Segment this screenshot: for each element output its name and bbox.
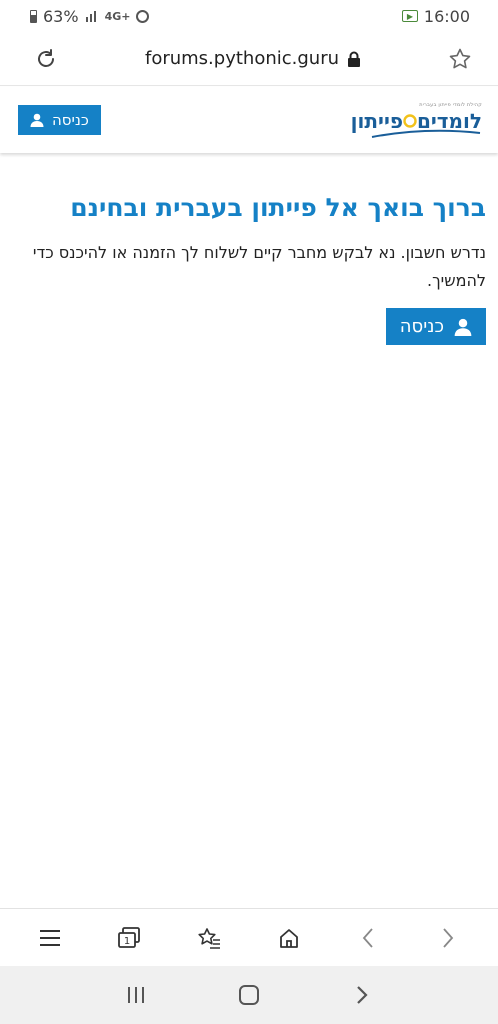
tabs-count: 1	[124, 936, 130, 947]
recent-apps-icon[interactable]	[123, 982, 149, 1008]
user-icon	[454, 318, 472, 336]
clock: 16:00	[423, 6, 470, 26]
python-logo-icon	[403, 113, 417, 128]
url-field[interactable]: forums.pythonic.guru	[145, 48, 361, 69]
star-icon[interactable]	[448, 47, 472, 71]
browser-address-bar: forums.pythonic.guru	[0, 32, 498, 86]
page-title: ברוך בואך אל פייתון בעברית ובחינם	[70, 193, 486, 222]
alarm-icon	[136, 9, 150, 23]
bookmarks-icon[interactable]	[196, 925, 222, 951]
login-required-message: נדרש חשבון. נא לבקש מחבר קיים לשלוח לך ה…	[32, 243, 486, 290]
main-content: ברוך בואך אל פייתון בעברית ובחינם נדרש ח…	[0, 153, 498, 345]
cast-icon: ▶	[401, 10, 418, 22]
lock-icon	[348, 51, 361, 67]
home-icon[interactable]	[276, 925, 302, 951]
back-icon[interactable]	[355, 925, 381, 951]
status-right: ▶ 16:00	[401, 6, 470, 26]
battery-percent: 63%	[43, 6, 79, 26]
menu-icon[interactable]	[37, 925, 63, 951]
url-text: forums.pythonic.guru	[144, 48, 340, 69]
site-logo[interactable]: קהילת לומדי פייתון בעברית לומדים פייתון	[351, 102, 482, 139]
status-left: 63% 4G+	[30, 6, 150, 26]
header-login-button[interactable]: כניסה	[18, 105, 101, 135]
browser-toolbar: 1	[0, 908, 498, 966]
reload-icon[interactable]	[34, 47, 58, 71]
network-4g-icon: 4G+	[104, 9, 131, 23]
user-icon	[30, 113, 44, 127]
logo-swoosh-icon	[371, 129, 481, 138]
tabs-icon[interactable]: 1	[116, 925, 142, 951]
battery-icon	[30, 9, 37, 23]
signal-icon	[85, 11, 96, 22]
header-login-label: כניסה	[52, 111, 89, 129]
status-bar: 63% 4G+ ▶ 16:00	[0, 0, 498, 32]
main-login-button[interactable]: כניסה	[385, 308, 486, 345]
home-nav-icon[interactable]	[236, 982, 262, 1008]
forward-icon[interactable]	[435, 925, 461, 951]
back-nav-icon[interactable]	[349, 982, 375, 1008]
main-login-label: כניסה	[399, 316, 444, 337]
system-nav-bar	[0, 966, 498, 1024]
logo-tagline: קהילת לומדי פייתון בעברית	[419, 101, 482, 108]
site-header: כניסה קהילת לומדי פייתון בעברית לומדים פ…	[0, 87, 498, 153]
